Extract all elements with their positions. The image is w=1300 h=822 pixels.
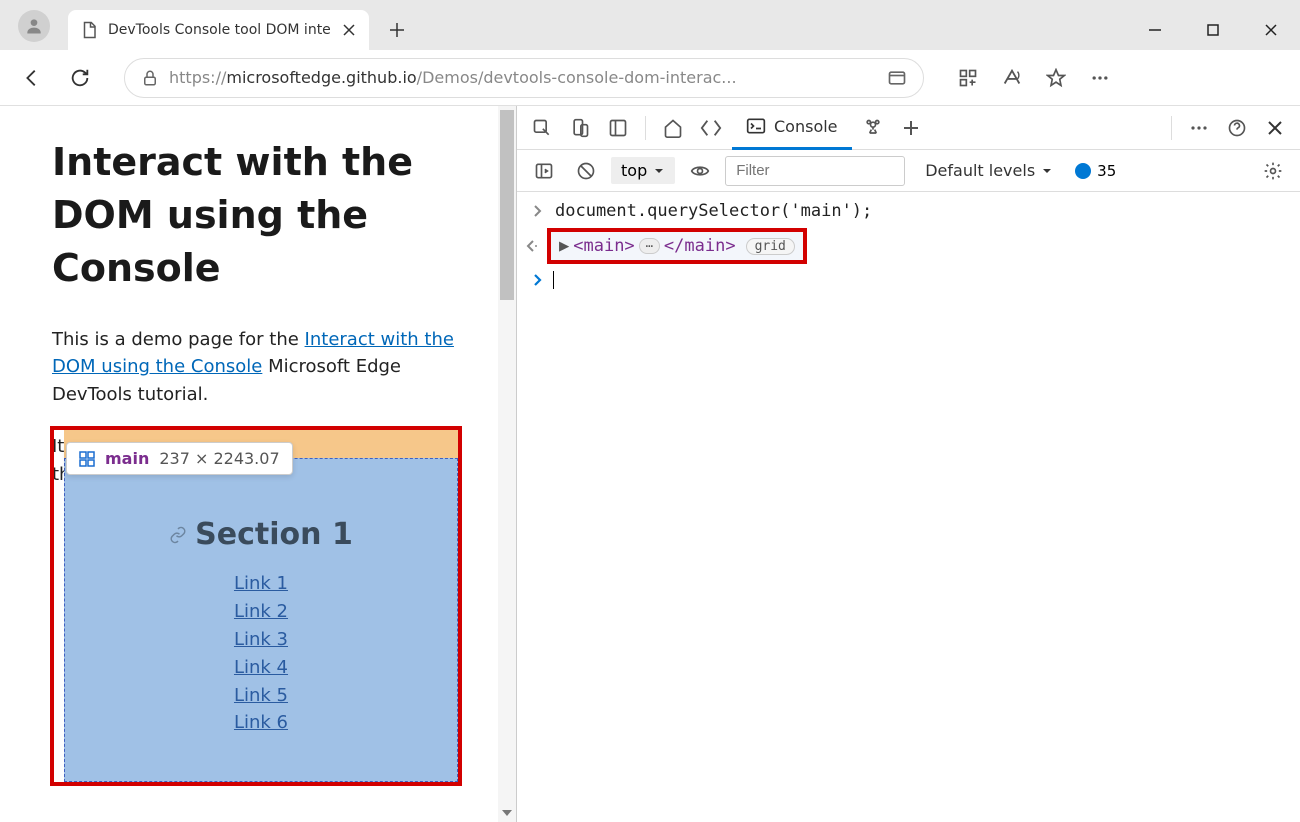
console-settings-icon[interactable] bbox=[1256, 154, 1290, 188]
console-tab[interactable]: Console bbox=[732, 106, 852, 150]
scrollbar-thumb[interactable] bbox=[500, 110, 514, 300]
link-item[interactable]: Link 4 bbox=[65, 654, 457, 682]
element-highlight-overlay: Section 1 Link 1 Link 2 Link 3 Link 4 Li… bbox=[50, 426, 462, 786]
console-input-code: document.querySelector('main'); bbox=[555, 201, 872, 221]
output-arrow-icon bbox=[517, 240, 547, 252]
browser-tab[interactable]: DevTools Console tool DOM inte bbox=[68, 10, 369, 50]
url-text: https://microsoftedge.github.io/Demos/de… bbox=[169, 68, 877, 87]
page-viewport: Interact with the DOM using the Console … bbox=[0, 106, 516, 822]
scrollbar-down-icon[interactable] bbox=[500, 806, 514, 820]
context-selector[interactable]: top bbox=[611, 157, 675, 184]
console-input-row: document.querySelector('main'); bbox=[517, 198, 1300, 224]
link-item[interactable]: Link 3 bbox=[65, 626, 457, 654]
console-tab-label: Console bbox=[774, 117, 838, 136]
lock-icon bbox=[141, 69, 159, 87]
link-item[interactable]: Link 1 bbox=[65, 570, 457, 598]
devtools-tabbar: Console bbox=[517, 106, 1300, 150]
titlebar: DevTools Console tool DOM inte bbox=[0, 0, 1300, 50]
issues-dot-icon bbox=[1075, 163, 1091, 179]
browser-toolbar: https://microsoftedge.github.io/Demos/de… bbox=[0, 50, 1300, 106]
section-heading: Section 1 bbox=[169, 517, 353, 552]
sources-tab-icon[interactable] bbox=[856, 111, 890, 145]
close-window-button[interactable] bbox=[1242, 10, 1300, 50]
link-item[interactable]: Link 2 bbox=[65, 598, 457, 626]
live-expression-icon[interactable] bbox=[683, 154, 717, 188]
link-item[interactable]: Link 5 bbox=[65, 682, 457, 710]
console-prompt-row[interactable] bbox=[517, 268, 1300, 292]
refresh-button[interactable] bbox=[60, 58, 100, 98]
inspect-icon[interactable] bbox=[525, 111, 559, 145]
section-links: Link 1 Link 2 Link 3 Link 4 Link 5 Link … bbox=[65, 570, 457, 737]
page-heading: Interact with the DOM using the Console bbox=[52, 136, 464, 296]
new-tab-button[interactable] bbox=[381, 14, 413, 46]
grid-icon bbox=[79, 451, 95, 467]
tooltip-tag: main bbox=[105, 449, 149, 468]
read-aloud-icon[interactable] bbox=[992, 58, 1032, 98]
device-icon[interactable] bbox=[563, 111, 597, 145]
minimize-button[interactable] bbox=[1126, 10, 1184, 50]
page-icon bbox=[80, 21, 98, 39]
log-levels-selector[interactable]: Default levels bbox=[925, 161, 1053, 180]
devtools-panel: Console top Default levels bbox=[516, 106, 1300, 822]
console-result-node[interactable]: ▶ <main> ⋯ </main> grid bbox=[547, 228, 807, 264]
cursor bbox=[553, 271, 554, 289]
grid-badge[interactable]: grid bbox=[746, 238, 795, 255]
address-bar[interactable]: https://microsoftedge.github.io/Demos/de… bbox=[124, 58, 924, 98]
scrollbar[interactable] bbox=[498, 106, 516, 822]
dock-icon[interactable] bbox=[601, 111, 635, 145]
devtools-close-icon[interactable] bbox=[1258, 111, 1292, 145]
add-tab-icon[interactable] bbox=[894, 111, 928, 145]
ellipsis-icon[interactable]: ⋯ bbox=[639, 238, 660, 254]
console-toolbar: top Default levels 35 bbox=[517, 150, 1300, 192]
sidebar-toggle-icon[interactable] bbox=[527, 154, 561, 188]
console-log[interactable]: document.querySelector('main'); ▶ <main>… bbox=[517, 192, 1300, 298]
welcome-tab-icon[interactable] bbox=[656, 111, 690, 145]
reader-icon[interactable] bbox=[887, 68, 907, 88]
element-tooltip: main 237 × 2243.07 bbox=[66, 442, 293, 475]
more-icon[interactable] bbox=[1080, 58, 1120, 98]
tab-title: DevTools Console tool DOM inte bbox=[108, 22, 331, 38]
content-overlay: Section 1 Link 1 Link 2 Link 3 Link 4 Li… bbox=[64, 458, 458, 782]
filter-input[interactable] bbox=[725, 156, 905, 186]
clear-console-icon[interactable] bbox=[569, 154, 603, 188]
favorite-icon[interactable] bbox=[1036, 58, 1076, 98]
anchor-icon bbox=[169, 526, 187, 544]
tab-close-icon[interactable] bbox=[341, 22, 357, 38]
devtools-more-icon[interactable] bbox=[1182, 111, 1216, 145]
content-area: Interact with the DOM using the Console … bbox=[0, 106, 1300, 822]
profile-avatar[interactable] bbox=[18, 10, 50, 42]
issues-counter[interactable]: 35 bbox=[1075, 162, 1116, 180]
input-arrow-icon bbox=[533, 205, 547, 217]
elements-tab-icon[interactable] bbox=[694, 111, 728, 145]
link-item[interactable]: Link 6 bbox=[65, 709, 457, 737]
prompt-arrow-icon bbox=[533, 274, 543, 286]
collections-icon[interactable] bbox=[948, 58, 988, 98]
intro-paragraph: This is a demo page for the Interact wit… bbox=[52, 326, 464, 410]
tooltip-dimensions: 237 × 2243.07 bbox=[159, 449, 279, 468]
expand-icon[interactable]: ▶ bbox=[559, 236, 569, 256]
maximize-button[interactable] bbox=[1184, 10, 1242, 50]
back-button[interactable] bbox=[12, 58, 52, 98]
window-controls bbox=[1126, 10, 1300, 50]
help-icon[interactable] bbox=[1220, 111, 1254, 145]
